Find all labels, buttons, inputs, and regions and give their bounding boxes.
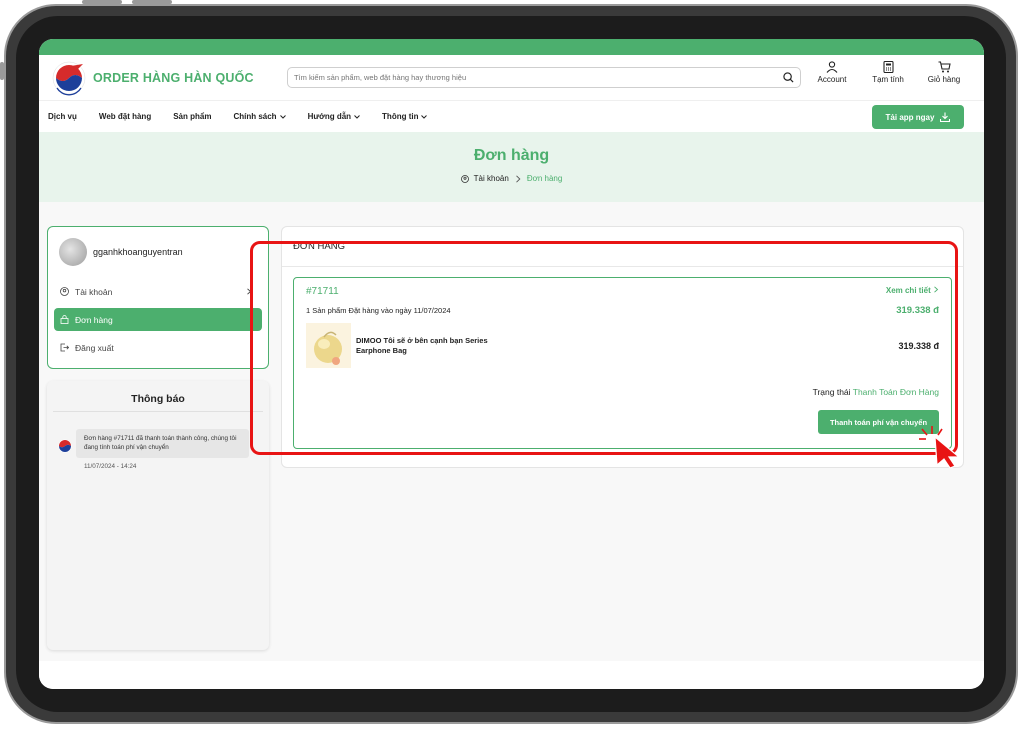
nav-item-order-websites[interactable]: Web đặt hàng — [99, 112, 151, 121]
korea-logo-icon — [58, 439, 72, 453]
product-name-line: Earphone Bag — [356, 346, 407, 356]
nav-label: Dịch vụ — [48, 112, 77, 121]
nav-item-policies[interactable]: Chính sách — [233, 112, 286, 121]
orders-title: ĐƠN HÀNG — [282, 227, 963, 267]
site-header: ORDER HÀNG HÀN QUỐC Account Tạm tính Giỏ… — [39, 55, 984, 100]
search-input[interactable] — [294, 73, 783, 82]
chevron-right-icon — [515, 174, 521, 183]
cart-icon — [938, 61, 951, 73]
estimate-button[interactable]: Tạm tính — [868, 61, 908, 84]
brand-name[interactable]: ORDER HÀNG HÀN QUỐC — [93, 71, 254, 85]
main-content: gganhkhoanguyentran Tài khoản Đơn hàng Đ… — [39, 202, 984, 662]
nav-item-info[interactable]: Thông tin — [382, 112, 428, 121]
breadcrumb: Tài khoản Đơn hàng — [39, 174, 984, 183]
cursor-hand-icon — [919, 426, 961, 468]
power-button — [0, 62, 4, 80]
product-thumbnail[interactable] — [306, 323, 351, 368]
bag-icon — [60, 315, 69, 324]
account-label: Account — [817, 75, 847, 84]
pay-shipping-label: Thanh toán phí vận chuyển — [829, 417, 928, 427]
download-app-label: Tải app ngay — [885, 112, 935, 122]
order-status: Trạng thái Thanh Toán Đơn Hàng — [813, 387, 939, 397]
nav-label: Sản phẩm — [173, 112, 212, 121]
chevron-down-icon — [421, 114, 428, 119]
order-id: #71711 — [306, 286, 339, 297]
nav-label: Chính sách — [233, 112, 277, 121]
order-total: 319.338 đ — [896, 305, 939, 316]
search-icon[interactable] — [783, 72, 794, 83]
order-meta: 1 Sản phẩm Đặt hàng vào ngày 11/07/2024 — [306, 306, 451, 315]
nav-item-products[interactable]: Sản phẩm — [173, 112, 211, 121]
product-name-line: DIMOO Tôi sẽ ở bên cạnh bạn Series — [356, 336, 488, 345]
search-bar — [287, 67, 801, 88]
sidebar-item-label: Đơn hàng — [75, 314, 113, 325]
nav-label: Web đặt hàng — [98, 112, 152, 121]
page-title: Đơn hàng — [473, 147, 550, 164]
status-label: Trạng thái — [812, 387, 851, 397]
cart-button[interactable]: Giỏ hàng — [924, 61, 964, 84]
status-value: Thanh Toán Đơn Hàng — [852, 387, 939, 397]
nav-label: Thông tin — [382, 112, 419, 121]
account-button[interactable]: Account — [812, 61, 852, 84]
user-circle-icon — [460, 174, 469, 183]
chevron-down-icon — [354, 114, 360, 119]
sidebar-item-label: Tài khoản — [75, 286, 113, 297]
header-icons: Account Tạm tính Giỏ hàng — [812, 61, 964, 84]
volume-button — [132, 0, 172, 4]
sidebar-item-logout[interactable]: Đăng xuất — [54, 336, 262, 359]
screen: ORDER HÀNG HÀN QUỐC Account Tạm tính Giỏ… — [39, 39, 984, 689]
breadcrumb-orders: Đơn hàng — [526, 174, 563, 183]
breadcrumb-account[interactable]: Tài khoản — [474, 174, 509, 183]
order-card: #71711 Xem chi tiết 1 Sản phẩm Đặt hàng … — [293, 277, 952, 449]
cart-label: Giỏ hàng — [927, 75, 961, 84]
username: gganhkhoanguyentran — [93, 247, 183, 257]
top-bar — [39, 39, 984, 55]
chevron-right-icon — [934, 286, 939, 293]
page-hero: Đơn hàng Tài khoản Đơn hàng — [39, 132, 984, 202]
user-circle-icon — [60, 287, 69, 296]
download-icon — [940, 112, 951, 122]
logout-icon — [60, 343, 69, 352]
estimate-label: Tạm tính — [872, 75, 904, 84]
bottom-strip — [39, 661, 984, 689]
notifications-panel: Thông báo Đơn hàng #71711 đã thanh toán … — [47, 381, 269, 650]
nav-label: Hướng dẫn — [307, 112, 352, 121]
volume-button — [82, 0, 122, 4]
view-detail-label: Xem chi tiết — [885, 286, 931, 295]
product-price: 319.338 đ — [898, 341, 939, 351]
user-profile: gganhkhoanguyentran — [54, 238, 262, 266]
nav-item-services[interactable]: Dịch vụ — [48, 112, 77, 121]
view-detail-link[interactable]: Xem chi tiết — [886, 286, 939, 295]
nav-item-guides[interactable]: Hướng dẫn — [308, 112, 360, 121]
orders-panel: ĐƠN HÀNG #71711 Xem chi tiết 1 Sản phẩm … — [281, 226, 964, 468]
account-sidebar: gganhkhoanguyentran Tài khoản Đơn hàng Đ… — [47, 226, 269, 369]
avatar — [59, 238, 87, 266]
chevron-right-icon — [247, 288, 252, 295]
user-icon — [826, 61, 838, 73]
notification-text: Đơn hàng #71711 đã thanh toán thành công… — [76, 429, 249, 458]
notifications-title: Thông báo — [53, 393, 263, 412]
calculator-icon — [882, 61, 894, 73]
sidebar-item-account[interactable]: Tài khoản — [54, 280, 262, 303]
main-nav: Dịch vụ Web đặt hàng Sản phẩm Chính sách… — [39, 100, 984, 132]
sidebar-item-label: Đăng xuất — [75, 342, 114, 353]
notification-time: 11/07/2024 - 14:24 — [84, 462, 137, 470]
korea-logo-icon[interactable] — [51, 60, 87, 96]
product-name[interactable]: DIMOO Tôi sẽ ở bên cạnh bạn Series Earph… — [356, 336, 488, 356]
download-app-button[interactable]: Tải app ngay — [872, 105, 964, 129]
sidebar-item-orders[interactable]: Đơn hàng — [54, 308, 262, 331]
notification-item[interactable]: Đơn hàng #71711 đã thanh toán thành công… — [53, 429, 263, 458]
chevron-down-icon — [279, 114, 286, 119]
